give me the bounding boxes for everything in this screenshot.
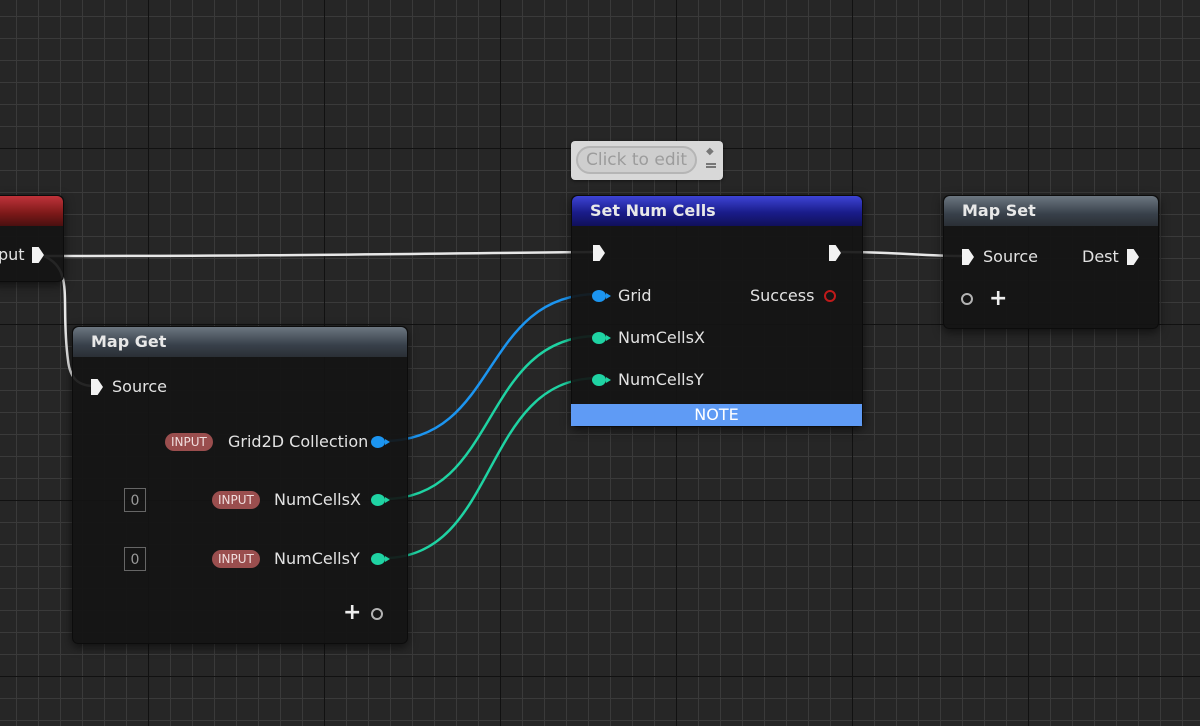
map-get-cellsy-pin[interactable]: [371, 553, 390, 565]
cellsx-default-input[interactable]: 0: [124, 488, 146, 512]
cellsx-input-badge: INPUT: [212, 491, 260, 509]
map-get-grid-pin[interactable]: [371, 436, 390, 448]
set-num-cells-exec-out-pin[interactable]: [829, 245, 841, 261]
map-get-add-pin-icon[interactable]: [371, 608, 383, 620]
cellsy-input-badge: INPUT: [212, 550, 260, 568]
comment-pin-icon[interactable]: ◆: [706, 147, 714, 157]
map-get-source-exec-pin[interactable]: [91, 379, 103, 395]
map-set-source-exec-pin[interactable]: [962, 249, 974, 265]
map-set-dest-label: Dest: [1082, 247, 1119, 266]
grid-wire: [383, 292, 599, 443]
map-get-cellsy-label: NumCellsY: [274, 549, 360, 568]
left-node-output-label: put: [0, 245, 25, 264]
map-set-source-label: Source: [983, 247, 1038, 266]
set-num-cells-cellsy-label: NumCellsY: [618, 370, 704, 389]
set-num-cells-grid-pin[interactable]: [592, 290, 611, 302]
grid-input-badge: INPUT: [165, 433, 213, 451]
map-get-node[interactable]: Map Get Source INPUT Grid2D Collection 0…: [72, 326, 408, 644]
map-get-cellsx-label: NumCellsX: [274, 490, 361, 509]
cellsy-wire: [383, 376, 599, 560]
set-num-cells-node[interactable]: Set Num Cells Grid Success NumCellsX Num…: [571, 195, 863, 427]
map-set-dest-exec-pin[interactable]: [1127, 249, 1139, 265]
map-get-grid-label: Grid2D Collection: [228, 432, 369, 451]
set-num-cells-note-bar[interactable]: NOTE: [571, 404, 862, 426]
map-get-title: Map Get: [91, 332, 167, 351]
set-num-cells-cellsy-pin[interactable]: [592, 374, 611, 386]
exec-wire-input-to-setnumcells: [43, 250, 595, 258]
set-num-cells-success-pin[interactable]: [824, 290, 836, 302]
left-node-header: [0, 196, 63, 226]
set-num-cells-exec-in-pin[interactable]: [593, 245, 605, 261]
map-get-cellsx-pin[interactable]: [371, 494, 390, 506]
map-set-add-pin-button[interactable]: +: [989, 288, 1007, 310]
cellsy-default-input[interactable]: 0: [124, 547, 146, 571]
map-set-node[interactable]: Map Set Source Dest +: [943, 195, 1159, 329]
comment-bubble[interactable]: Click to edit ◆: [571, 141, 723, 180]
set-num-cells-cellsx-pin[interactable]: [592, 332, 611, 344]
cellsx-wire: [383, 334, 599, 501]
set-num-cells-title: Set Num Cells: [590, 201, 716, 220]
set-num-cells-grid-label: Grid: [618, 286, 652, 305]
map-get-add-pin-button[interactable]: +: [343, 602, 361, 624]
map-set-add-pin-icon[interactable]: [961, 293, 973, 305]
map-get-header: Map Get: [73, 327, 407, 357]
map-set-header: Map Set: [944, 196, 1158, 226]
comment-collapse-icon[interactable]: [706, 163, 716, 165]
map-set-title: Map Set: [962, 201, 1036, 220]
set-num-cells-cellsx-label: NumCellsX: [618, 328, 705, 347]
comment-edit-field[interactable]: Click to edit: [576, 146, 697, 174]
set-num-cells-success-label: Success: [750, 286, 815, 305]
left-node-output-exec-pin[interactable]: [32, 247, 44, 263]
map-get-source-label: Source: [112, 377, 167, 396]
left-node[interactable]: put: [0, 195, 64, 282]
set-num-cells-header: Set Num Cells: [572, 196, 862, 226]
